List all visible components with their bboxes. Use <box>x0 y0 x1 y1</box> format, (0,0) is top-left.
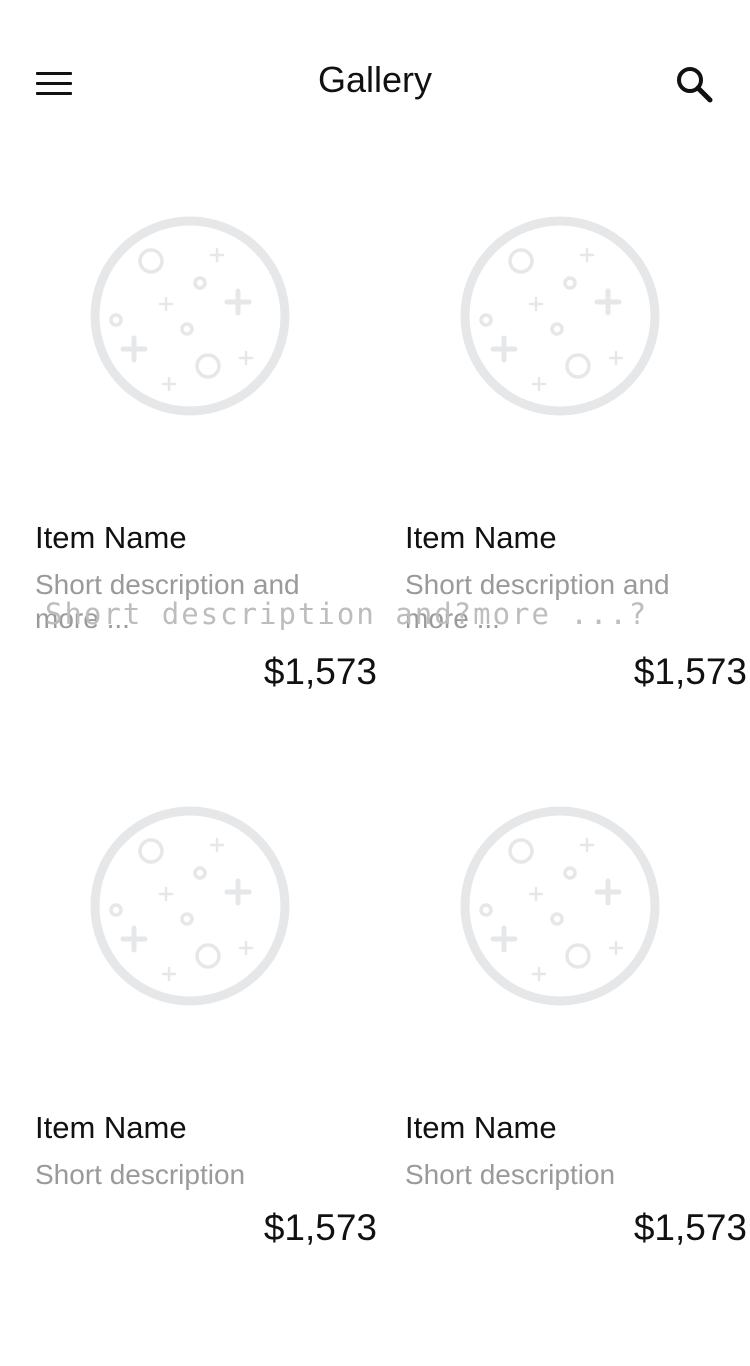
page-title: Gallery <box>317 59 433 100</box>
item-price: $1,573 <box>263 651 377 692</box>
item-price: $1,573 <box>263 1207 377 1248</box>
item-price: $1,573 <box>633 651 747 692</box>
image-placeholder-icon <box>460 216 660 416</box>
product-card[interactable]: Item Name Short description $1,573 <box>405 806 750 1366</box>
item-name: Item Name <box>405 1110 557 1145</box>
app-header: Gallery <box>0 0 750 150</box>
product-card[interactable]: Item Name Short description $1,573 <box>35 806 380 1366</box>
item-price: $1,573 <box>633 1207 747 1248</box>
item-name: Item Name <box>35 1110 187 1145</box>
image-placeholder-icon <box>90 806 290 1006</box>
image-placeholder-icon <box>460 806 660 1006</box>
item-name: Item Name <box>405 520 557 555</box>
image-placeholder-icon <box>90 216 290 416</box>
search-button[interactable] <box>672 62 720 110</box>
item-description: Short description <box>35 1159 246 1190</box>
product-card[interactable]: Item Name Short description and more ...… <box>35 216 380 776</box>
overlay-text: Short description and?more ...? <box>45 597 649 631</box>
item-name: Item Name <box>35 520 187 555</box>
product-card[interactable]: Item Name Short description and more ...… <box>405 216 750 776</box>
search-icon <box>677 67 713 103</box>
item-description: Short description <box>405 1159 616 1190</box>
